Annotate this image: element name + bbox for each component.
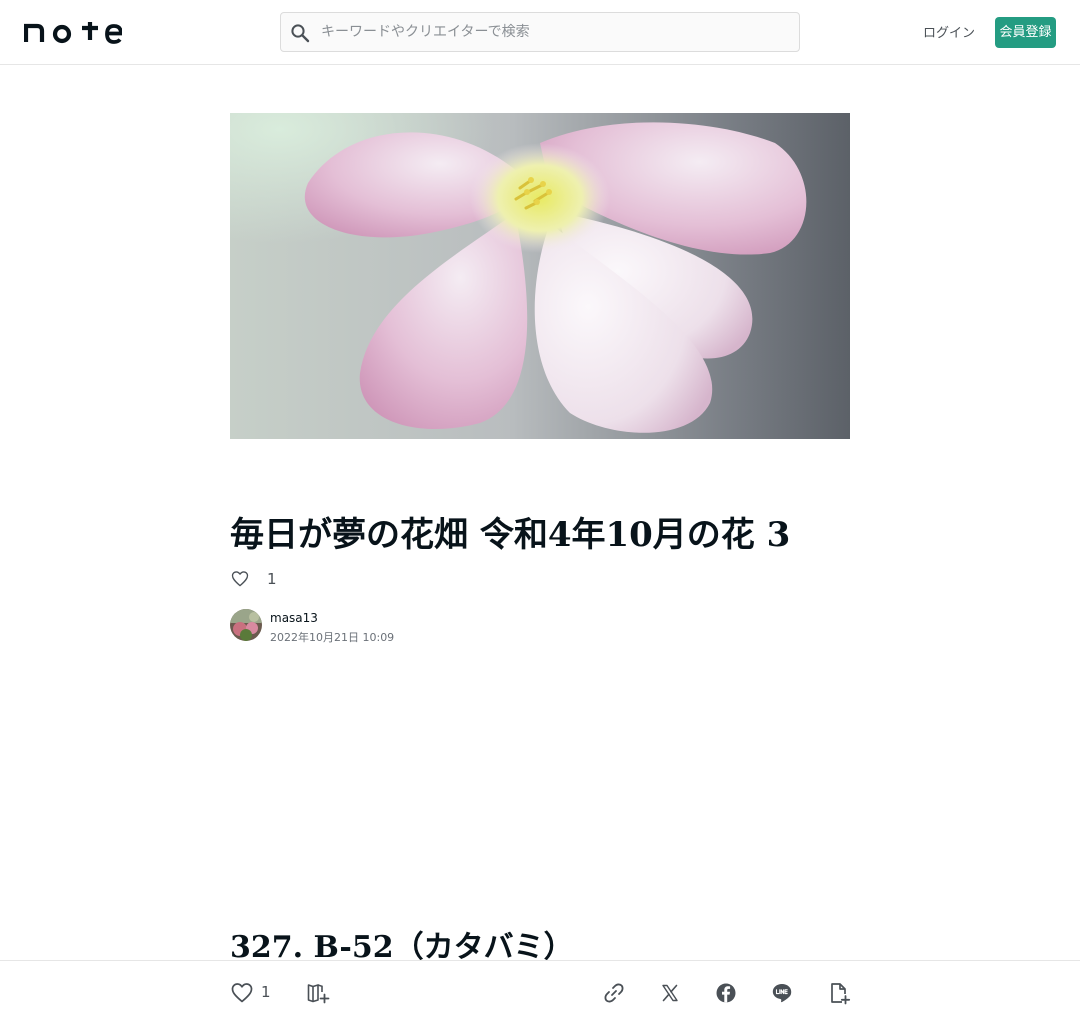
facebook-icon[interactable] — [714, 981, 738, 1005]
article-title: 毎日が夢の花畑 令和4年10月の花 3 — [230, 515, 791, 555]
x-icon[interactable] — [658, 981, 682, 1005]
eyecatch-image — [230, 113, 850, 439]
like-summary[interactable]: 1 — [230, 567, 277, 591]
author-name[interactable]: masa13 — [270, 611, 318, 625]
action-bar: 1 — [0, 960, 1080, 1024]
link-icon[interactable] — [602, 981, 626, 1005]
like-count: 1 — [267, 570, 277, 588]
search-box[interactable] — [280, 12, 800, 52]
magazine-add-icon[interactable] — [306, 981, 330, 1005]
search-input[interactable] — [321, 13, 791, 51]
site-header: ログイン 会員登録 — [0, 0, 1080, 65]
heart-icon[interactable] — [230, 569, 250, 589]
note-embed-icon[interactable] — [827, 981, 851, 1005]
like-count: 1 — [261, 983, 271, 1001]
avatar[interactable] — [230, 609, 262, 641]
note-logo[interactable] — [24, 20, 122, 44]
signup-button[interactable]: 会員登録 — [995, 17, 1056, 48]
login-link[interactable]: ログイン — [920, 22, 978, 41]
heart-icon[interactable] — [230, 981, 254, 1005]
search-icon — [290, 23, 310, 43]
line-icon[interactable] — [770, 981, 794, 1005]
post-date: 2022年10月21日 10:09 — [270, 631, 395, 644]
